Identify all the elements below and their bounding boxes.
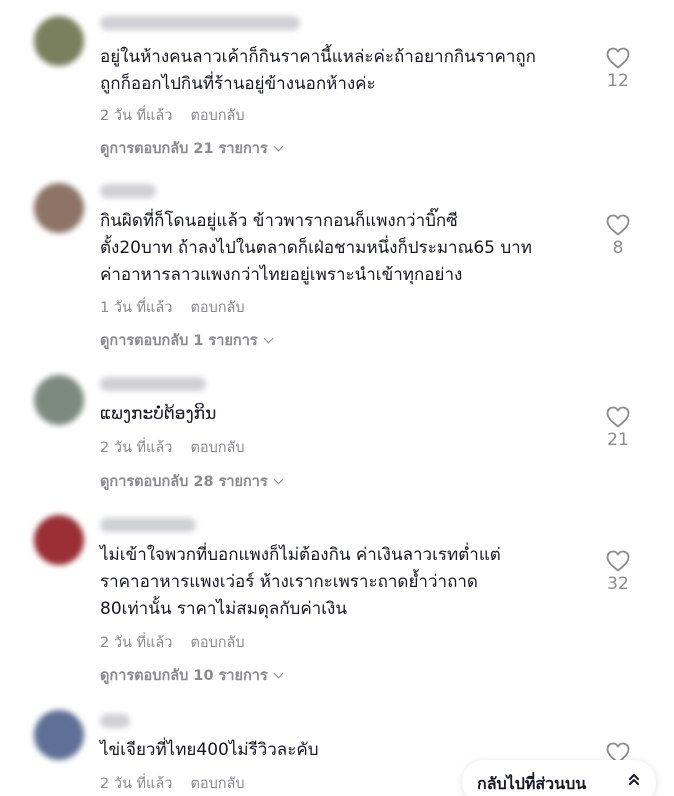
double-chevron-up-icon xyxy=(629,774,639,785)
username-blurred[interactable] xyxy=(100,16,300,30)
avatar[interactable] xyxy=(34,375,84,425)
reply-button[interactable]: ตอบกลับ xyxy=(190,108,244,124)
comment-time: 1 วัน ที่แล้ว xyxy=(100,300,173,316)
username-blurred[interactable] xyxy=(100,714,130,728)
reply-button[interactable]: ตอบกลับ xyxy=(190,300,244,316)
comment-text: ไม่เข้าใจพวกที่บอกแพงก็ไม่ต้องกิน ค่าเงิ… xyxy=(100,542,585,623)
back-to-top-button[interactable]: กลับไปที่ส่วนบน xyxy=(462,760,656,796)
chevron-down-icon xyxy=(263,333,274,344)
chevron-down-icon xyxy=(273,668,284,679)
heart-outline-icon xyxy=(606,47,630,69)
like-count: 21 xyxy=(607,430,629,450)
view-replies-label: ดูการตอบกลับ 1 รายการ xyxy=(100,333,258,349)
avatar[interactable] xyxy=(34,710,84,760)
comment-meta: 1 วัน ที่แล้ว ตอบกลับ xyxy=(100,296,245,319)
heart-outline-icon xyxy=(606,550,630,572)
comment-time: 2 วัน ที่แล้ว xyxy=(100,108,173,124)
comment-time: 2 วัน ที่แล้ว xyxy=(100,440,173,456)
username-blurred[interactable] xyxy=(100,184,156,198)
chevron-down-icon xyxy=(273,474,284,485)
avatar[interactable] xyxy=(34,16,84,66)
view-replies-label: ดูการตอบกลับ 10 รายการ xyxy=(100,668,268,684)
like-count: 12 xyxy=(607,71,629,91)
view-replies-button[interactable]: ดูการตอบกลับ 1 รายการ xyxy=(100,329,274,352)
username-blurred[interactable] xyxy=(100,377,206,391)
comment-meta: 2 วัน ที่แล้ว ตอบกลับ xyxy=(100,436,245,459)
comment-text-line: ค่าอาหารลาวแพงกว่าไทยอยู่เพราะนำเข้าทุกอ… xyxy=(100,265,463,285)
comment-text: ແພງກະບໍ່ຕ້ອງກິນ xyxy=(100,401,585,428)
comment-text-line: ไม่เข้าใจพวกที่บอกแพงก็ไม่ต้องกิน ค่าเงิ… xyxy=(100,545,501,565)
view-replies-label: ดูการตอบกลับ 28 รายการ xyxy=(100,474,268,490)
heart-outline-icon xyxy=(606,214,630,236)
reply-button[interactable]: ตอบกลับ xyxy=(190,440,244,456)
view-replies-label: ดูการตอบกลับ 21 รายการ xyxy=(100,141,268,157)
comment-text-line: 80เท่านั้น ราคาไม่สมดุลกับค่าเงิน xyxy=(100,599,347,619)
back-to-top-label: กลับไปที่ส่วนบน xyxy=(477,774,587,793)
like-button[interactable]: 21 xyxy=(596,406,640,450)
comment-text-line: ແພງກະບໍ່ຕ້ອງກິນ xyxy=(100,404,217,424)
comment-text-line: กินผิดที่ก็โดนอยู่แล้ว ข้าวพารากอนก็แพงก… xyxy=(100,211,458,231)
like-button[interactable]: 32 xyxy=(596,550,640,594)
comment-text: อยู่ในห้างคนลาวเค้าก็กินราคานี้แหล่ะค่ะถ… xyxy=(100,44,585,98)
reply-button[interactable]: ตอบกลับ xyxy=(190,635,244,651)
like-count: 8 xyxy=(612,238,624,258)
avatar[interactable] xyxy=(34,183,84,233)
comment-meta: 2 วัน ที่แล้ว ตอบกลับ xyxy=(100,772,245,795)
view-replies-button[interactable]: ดูการตอบกลับ 10 รายการ xyxy=(100,664,284,687)
reply-button[interactable]: ตอบกลับ xyxy=(190,776,244,792)
comment-time: 2 วัน ที่แล้ว xyxy=(100,635,173,651)
avatar[interactable] xyxy=(34,515,84,565)
comment-meta: 2 วัน ที่แล้ว ตอบกลับ xyxy=(100,631,245,654)
comments-page: อยู่ในห้างคนลาวเค้าก็กินราคานี้แหล่ะค่ะถ… xyxy=(0,0,674,796)
comment-time: 2 วัน ที่แล้ว xyxy=(100,776,173,792)
chevron-down-icon xyxy=(273,141,284,152)
comment-text-line: ราคาอาหารแพงเว่อร์ ห้างเรากะเพราะถาดย้ำว… xyxy=(100,572,478,592)
comment-text-line: ถูกก็ออกไปกินที่ร้านอยู่ข้างนอกห้างค่ะ xyxy=(100,74,376,94)
comment-text-line: ตั้ง20บาท ถ้าลงไปในตลาดก็เฝ่อชามหนึ่งก็ป… xyxy=(100,238,532,258)
view-replies-button[interactable]: ดูการตอบกลับ 28 รายการ xyxy=(100,470,284,493)
username-blurred[interactable] xyxy=(100,518,196,532)
comment-meta: 2 วัน ที่แล้ว ตอบกลับ xyxy=(100,104,245,127)
like-button[interactable]: 12 xyxy=(596,47,640,91)
view-replies-button[interactable]: ดูการตอบกลับ 21 รายการ xyxy=(100,137,284,160)
like-count: 32 xyxy=(607,574,629,594)
comment-text-line: อยู่ในห้างคนลาวเค้าก็กินราคานี้แหล่ะค่ะถ… xyxy=(100,47,536,67)
comment-text: กินผิดที่ก็โดนอยู่แล้ว ข้าวพารากอนก็แพงก… xyxy=(100,208,585,289)
heart-outline-icon xyxy=(606,406,630,428)
like-button[interactable]: 8 xyxy=(596,214,640,258)
